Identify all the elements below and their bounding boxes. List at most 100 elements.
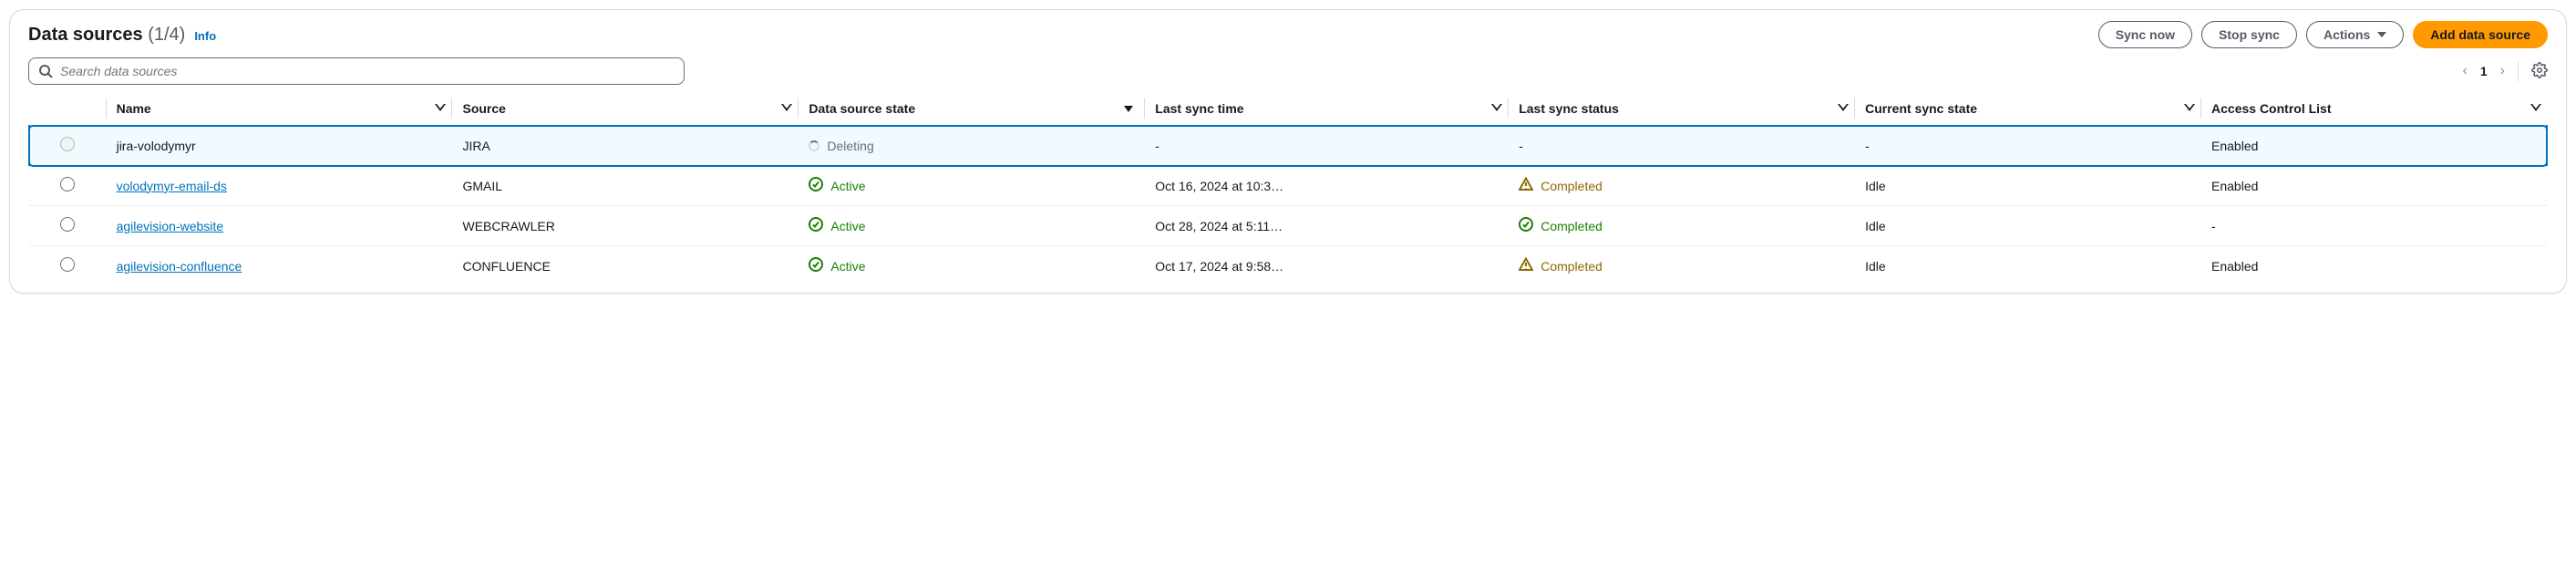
actions-label: Actions [2324, 27, 2370, 42]
prev-page-icon[interactable]: ‹ [2463, 63, 2468, 79]
cell-state: Deleting [798, 126, 1144, 166]
sort-icon [1834, 105, 1843, 112]
cell-source: CONFLUENCE [451, 246, 798, 286]
row-select-cell[interactable] [29, 206, 106, 246]
status-text: Completed [1540, 179, 1602, 193]
gear-icon[interactable] [2531, 62, 2548, 81]
cell-name[interactable]: agilevision-website [106, 206, 452, 246]
col-current-sync-state[interactable]: Current sync state [1854, 92, 2200, 126]
state-text: Deleting [827, 139, 873, 153]
data-source-link[interactable]: agilevision-website [117, 219, 224, 233]
radio-icon [60, 137, 75, 151]
warning-icon [1519, 257, 1533, 274]
cell-source: GMAIL [451, 166, 798, 206]
state-text: Active [830, 179, 865, 193]
search-icon [38, 64, 53, 78]
col-sync-label: Current sync state [1865, 101, 1977, 116]
cell-current-sync-state: - [1854, 126, 2200, 166]
stop-sync-button[interactable]: Stop sync [2201, 21, 2297, 48]
col-name[interactable]: Name [106, 92, 452, 126]
state-text: Active [830, 259, 865, 274]
table-row[interactable]: agilevision-confluence CONFLUENCE Active Oc… [29, 246, 2547, 286]
sort-icon [1124, 106, 1133, 112]
cell-name[interactable]: agilevision-confluence [106, 246, 452, 286]
row-select-cell [29, 126, 106, 166]
col-acl[interactable]: Access Control List [2200, 92, 2547, 126]
page-number: 1 [2480, 64, 2488, 78]
data-sources-table: Name Source Data source state Last sync … [28, 92, 2548, 285]
pager: ‹ 1 › [2463, 61, 2548, 81]
cell-current-sync-state: Idle [1854, 166, 2200, 206]
sync-now-label: Sync now [2116, 27, 2175, 42]
state-text: Active [830, 219, 865, 233]
row-select-cell[interactable] [29, 246, 106, 286]
cell-source: JIRA [451, 126, 798, 166]
cell-last-sync-time: Oct 17, 2024 at 9:58… [1144, 246, 1508, 286]
search-input[interactable] [60, 64, 675, 78]
cell-acl: Enabled [2200, 246, 2547, 286]
cell-name[interactable]: volodymyr-email-ds [106, 166, 452, 206]
sync-now-button[interactable]: Sync now [2098, 21, 2192, 48]
row-select-cell[interactable] [29, 166, 106, 206]
cell-source: WEBCRAWLER [451, 206, 798, 246]
radio-icon[interactable] [60, 177, 75, 191]
sort-icon [778, 105, 787, 112]
col-select [29, 92, 106, 126]
table-body: jira-volodymyrJIRADeleting---Enabledvolo… [29, 126, 2547, 286]
cell-name: jira-volodymyr [106, 126, 452, 166]
table-row[interactable]: agilevision-website WEBCRAWLER Active Oct 2… [29, 206, 2547, 246]
cell-state: Active [798, 246, 1144, 286]
radio-icon[interactable] [60, 257, 75, 272]
cell-last-sync-time: Oct 16, 2024 at 10:3… [1144, 166, 1508, 206]
col-state-label: Data source state [809, 101, 915, 116]
table-row[interactable]: volodymyr-email-ds GMAIL Active Oct 16, 202… [29, 166, 2547, 206]
data-sources-panel: Data sources (1/4) Info Sync now Stop sy… [9, 9, 2567, 294]
panel-header: Data sources (1/4) Info Sync now Stop sy… [28, 21, 2548, 48]
search-row: ‹ 1 › [28, 57, 2548, 85]
col-state[interactable]: Data source state [798, 92, 1144, 126]
chevron-down-icon [2377, 32, 2386, 37]
cell-acl: Enabled [2200, 126, 2547, 166]
cell-current-sync-state: Idle [1854, 246, 2200, 286]
table-header-row: Name Source Data source state Last sync … [29, 92, 2547, 126]
sort-icon [1488, 105, 1497, 112]
cell-state: Active [798, 206, 1144, 246]
col-last-sync-status[interactable]: Last sync status [1508, 92, 1854, 126]
col-acl-label: Access Control List [2211, 101, 2331, 116]
col-last-sync-time[interactable]: Last sync time [1144, 92, 1508, 126]
actions-button[interactable]: Actions [2306, 21, 2404, 48]
sort-icon [2180, 105, 2190, 112]
sort-icon [2527, 105, 2536, 112]
spinner-icon [809, 140, 819, 151]
stop-sync-label: Stop sync [2219, 27, 2280, 42]
cell-last-sync-time: Oct 28, 2024 at 5:11… [1144, 206, 1508, 246]
add-data-source-button[interactable]: Add data source [2413, 21, 2548, 48]
col-source-label: Source [462, 101, 505, 116]
cell-last-sync-status: Completed [1508, 246, 1854, 286]
status-text: Completed [1540, 259, 1602, 274]
check-circle-icon [809, 217, 823, 234]
col-status-label: Last sync status [1519, 101, 1619, 116]
title-text: Data sources [28, 25, 143, 45]
title-group: Data sources (1/4) Info [28, 25, 216, 46]
col-source[interactable]: Source [451, 92, 798, 126]
radio-icon[interactable] [60, 217, 75, 232]
data-source-link[interactable]: volodymyr-email-ds [117, 179, 227, 193]
cell-last-sync-time: - [1144, 126, 1508, 166]
cell-current-sync-state: Idle [1854, 206, 2200, 246]
title-count: (1/4) [148, 25, 185, 45]
info-link[interactable]: Info [194, 29, 216, 43]
status-text: Completed [1540, 219, 1602, 233]
sort-icon [431, 105, 440, 112]
check-circle-icon [809, 257, 823, 274]
cell-acl: - [2200, 206, 2547, 246]
check-circle-icon [809, 177, 823, 194]
next-page-icon[interactable]: › [2500, 63, 2505, 79]
table-row[interactable]: jira-volodymyrJIRADeleting---Enabled [29, 126, 2547, 166]
divider [2518, 61, 2519, 81]
cell-last-sync-status: Completed [1508, 206, 1854, 246]
search-box[interactable] [28, 57, 685, 85]
panel-title: Data sources (1/4) [28, 25, 185, 46]
cell-last-sync-status: Completed [1508, 166, 1854, 206]
data-source-link[interactable]: agilevision-confluence [117, 259, 242, 274]
